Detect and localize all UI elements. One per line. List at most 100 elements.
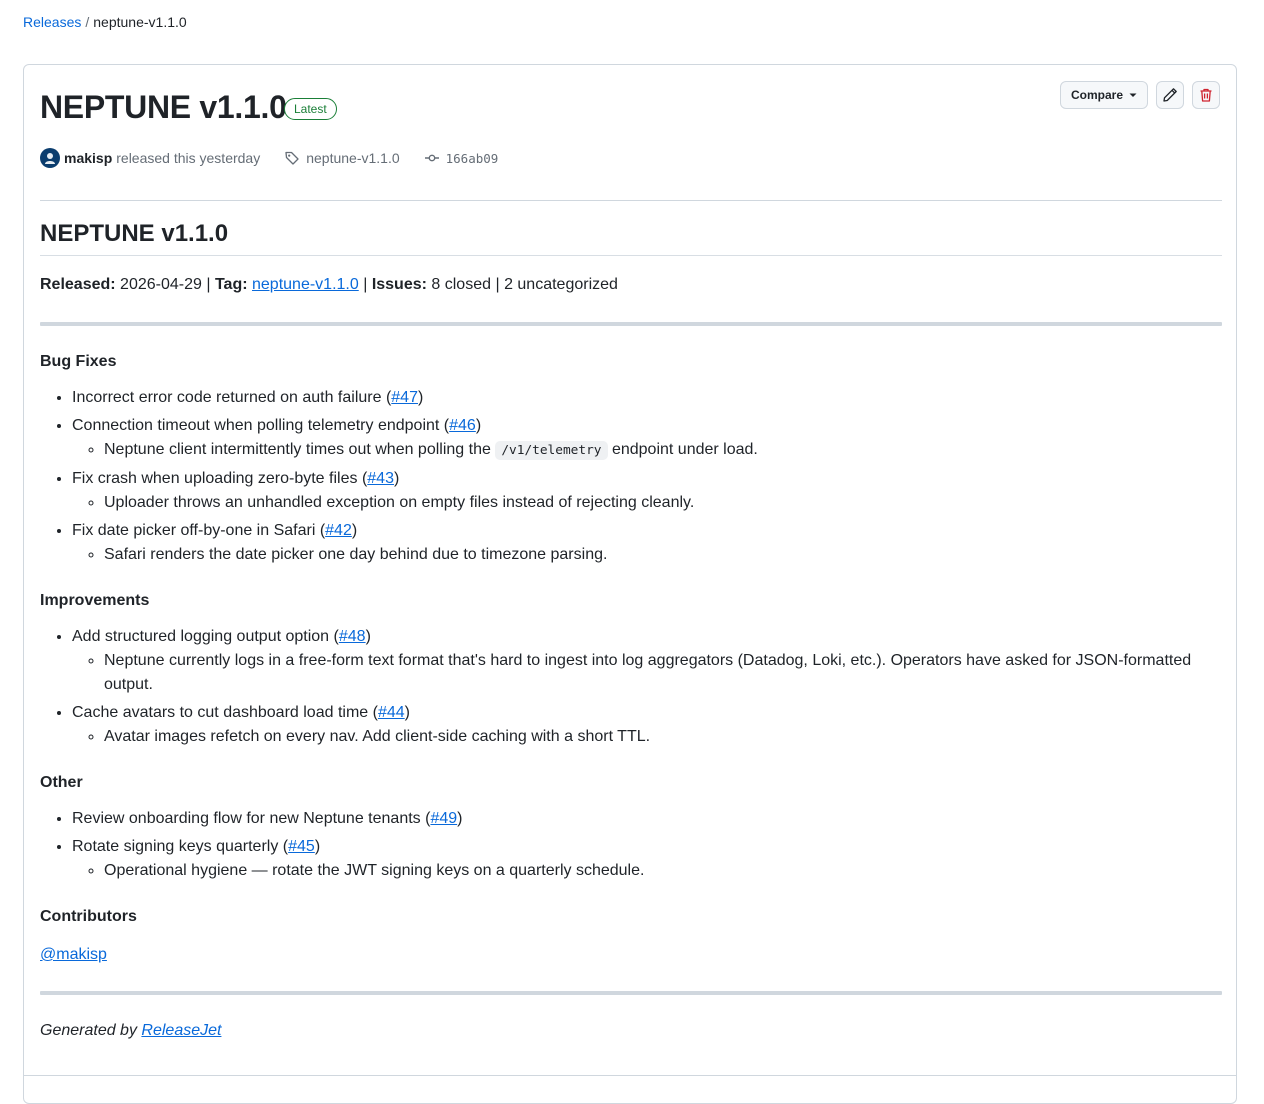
detail-text: endpoint under load. [611, 441, 758, 458]
issue-link[interactable]: #43 [367, 470, 394, 487]
issue-link[interactable]: #42 [325, 522, 352, 539]
tag-name: neptune-v1.1.0 [306, 150, 400, 166]
release-title: NEPTUNE v1.1.0 [40, 89, 287, 125]
sub-list: Neptune client intermittently times out … [72, 438, 1222, 463]
list-item: Review onboarding flow for new Neptune t… [72, 807, 1222, 831]
release-meta: makisp released this yesterday neptune-v… [40, 147, 498, 169]
sub-list-item: Safari renders the date picker one day b… [104, 543, 1222, 567]
compare-button-label: Compare [1070, 88, 1123, 102]
compare-button[interactable]: Compare [1060, 81, 1148, 109]
issue-link[interactable]: #48 [339, 628, 366, 645]
commit-sha: 166ab09 [445, 150, 499, 166]
contributor-link[interactable]: @makisp [40, 946, 107, 963]
list-item: Rotate signing keys quarterly (#45) Oper… [72, 835, 1222, 883]
contributors-line: @makisp [40, 943, 1222, 967]
latest-badge: Latest [284, 98, 337, 120]
list-item: Add structured logging output option (#4… [72, 625, 1222, 697]
release-notes: NEPTUNE v1.1.0 Released: 2026-04-29 | Ta… [40, 200, 1222, 1043]
tag-label: Tag: [214, 276, 248, 293]
paren: ) [417, 389, 424, 406]
delete-button[interactable] [1192, 81, 1220, 109]
breadcrumb-separator: / [85, 14, 90, 30]
list-item: Fix crash when uploading zero-byte files… [72, 467, 1222, 515]
released-label: Released: [40, 276, 116, 293]
commit-icon [424, 154, 439, 162]
sub-list: Avatar images refetch on every nav. Add … [72, 725, 1222, 749]
tag-link[interactable]: neptune-v1.1.0 [252, 276, 359, 293]
item-text: Incorrect error code returned on auth fa… [72, 389, 382, 406]
caret-down-icon [1129, 93, 1137, 97]
notes-heading: NEPTUNE v1.1.0 [40, 201, 1222, 256]
tag-icon [285, 151, 299, 165]
sub-list: Uploader throws an unhandled exception o… [72, 491, 1222, 515]
paren: ) [457, 810, 463, 827]
list-item: Fix date picker off-by-one in Safari (#4… [72, 519, 1222, 567]
item-text: Connection timeout when polling telemetr… [72, 417, 440, 434]
issues-closed: 8 closed [431, 276, 491, 293]
released-date: 2026-04-29 [120, 276, 202, 293]
list-item: Incorrect error code returned on auth fa… [72, 386, 1222, 410]
generated-by-prefix: Generated by [40, 1022, 137, 1039]
item-text: Fix crash when uploading zero-byte files [72, 470, 358, 487]
detail-text: Neptune client intermittently times out … [104, 441, 491, 458]
avatar-icon [45, 153, 55, 164]
section-heading-contributors: Contributors [40, 908, 137, 925]
sub-list: Operational hygiene — rotate the JWT sig… [72, 859, 1222, 883]
sub-list-item: Neptune currently logs in a free-form te… [104, 649, 1222, 697]
trash-icon [1200, 88, 1212, 102]
issues-label: Issues: [371, 276, 427, 293]
sub-list-item: Uploader throws an unhandled exception o… [104, 491, 1222, 515]
release-card: NEPTUNE v1.1.0 Latest Compare makisp rel… [23, 64, 1237, 1104]
sub-list: Neptune currently logs in a free-form te… [72, 649, 1222, 697]
uncategorized-count: 2 uncategorized [504, 276, 618, 293]
paren: ) [314, 838, 321, 855]
list-item: Connection timeout when polling telemetr… [72, 414, 1222, 463]
paren: ) [404, 704, 410, 721]
section-heading-bug-fixes: Bug Fixes [40, 353, 117, 370]
tag-meta[interactable]: neptune-v1.1.0 [284, 150, 400, 166]
divider [40, 991, 1222, 995]
item-text: Add structured logging output option [72, 628, 330, 645]
breadcrumb: Releases / neptune-v1.1.0 [23, 13, 187, 31]
edit-button[interactable] [1156, 81, 1184, 109]
item-text: Fix date picker off-by-one in Safari [72, 522, 316, 539]
other-list: Review onboarding flow for new Neptune t… [40, 807, 1222, 883]
paren: ) [475, 417, 482, 434]
inline-code: /v1/telemetry [495, 441, 608, 460]
section-heading-improvements: Improvements [40, 592, 150, 609]
sub-list-item: Operational hygiene — rotate the JWT sig… [104, 859, 1222, 883]
item-text: Cache avatars to cut dashboard load time [72, 704, 369, 721]
sub-list: Safari renders the date picker one day b… [72, 543, 1222, 567]
released-text: released this yesterday [116, 150, 261, 166]
generated-by: Generated by ReleaseJet [40, 1019, 1222, 1043]
releasejet-link[interactable]: ReleaseJet [141, 1022, 221, 1039]
breadcrumb-current: neptune-v1.1.0 [93, 14, 187, 30]
paren: ) [351, 522, 358, 539]
card-divider [24, 1075, 1236, 1076]
section-heading-other: Other [40, 774, 83, 791]
summary-separator: | [206, 276, 211, 293]
issue-link[interactable]: #44 [378, 704, 405, 721]
sub-list-item: Avatar images refetch on every nav. Add … [104, 725, 1222, 749]
improvements-list: Add structured logging output option (#4… [40, 625, 1222, 749]
author-link[interactable]: makisp [64, 150, 112, 166]
issue-link[interactable]: #49 [430, 810, 457, 827]
issue-link[interactable]: #45 [288, 838, 315, 855]
paren: ) [393, 470, 400, 487]
avatar[interactable] [40, 148, 60, 168]
bug-fixes-list: Incorrect error code returned on auth fa… [40, 386, 1222, 567]
list-item: Cache avatars to cut dashboard load time… [72, 701, 1222, 749]
issue-link[interactable]: #47 [391, 389, 418, 406]
breadcrumb-releases-link[interactable]: Releases [23, 14, 81, 30]
release-summary: Released: 2026-04-29 | Tag: neptune-v1.1… [40, 270, 1222, 300]
paren: ) [365, 628, 371, 645]
sub-list-item: Neptune client intermittently times out … [104, 438, 1222, 463]
item-text: Review onboarding flow for new Neptune t… [72, 810, 421, 827]
release-actions: Compare [1060, 81, 1220, 109]
commit-meta[interactable]: 166ab09 [424, 150, 499, 166]
divider [40, 322, 1222, 326]
pencil-icon [1163, 88, 1177, 102]
item-text: Rotate signing keys quarterly [72, 838, 279, 855]
issue-link[interactable]: #46 [449, 417, 476, 434]
summary-separator: | [495, 276, 500, 293]
